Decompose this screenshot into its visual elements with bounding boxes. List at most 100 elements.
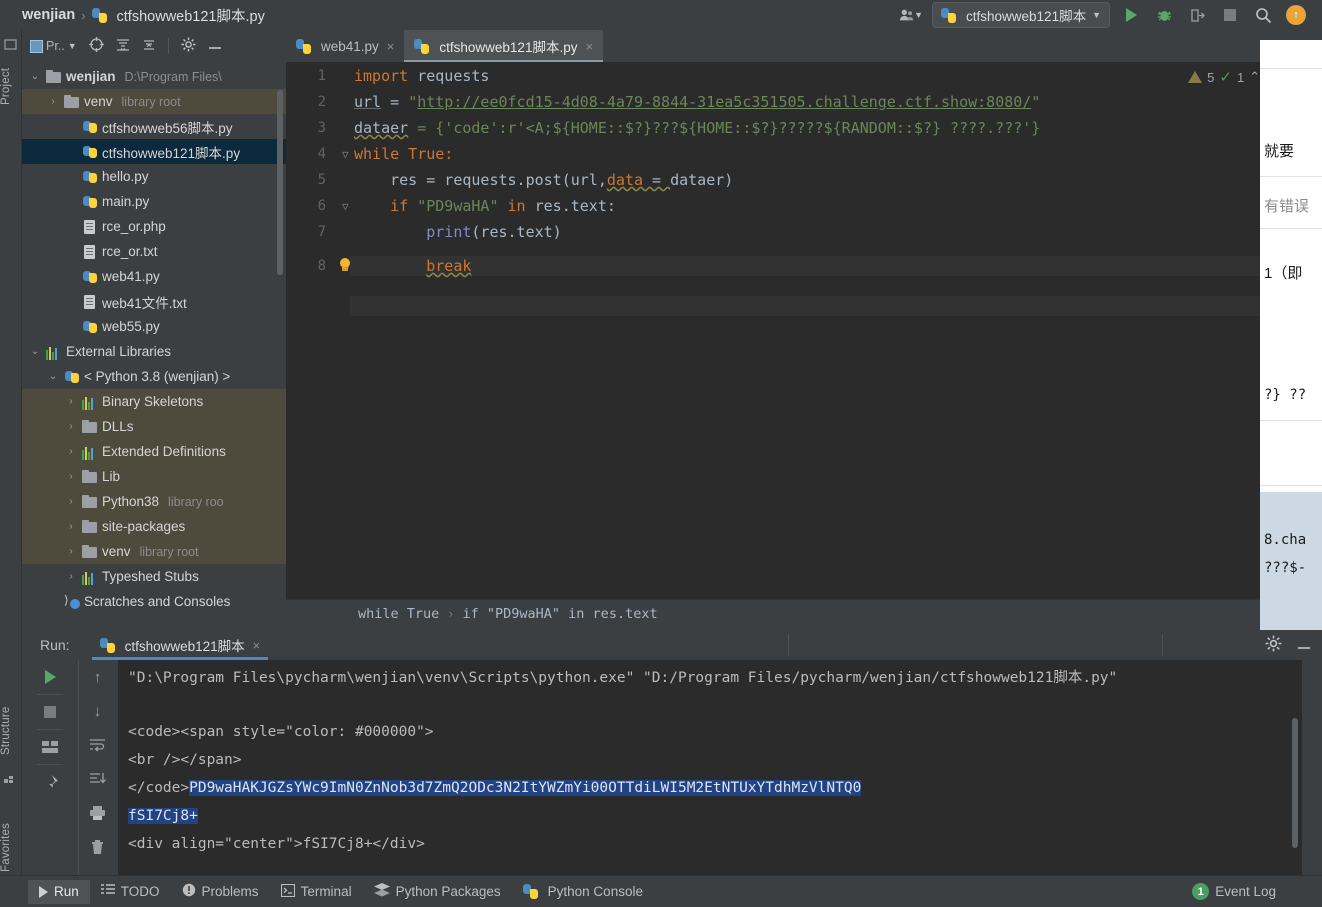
up-arrow-icon[interactable]: ↑ [81, 660, 115, 694]
sidebar-item-structure[interactable]: Structure [0, 695, 22, 767]
print-icon[interactable] [81, 796, 115, 830]
tree-node[interactable]: hello.py [22, 164, 286, 189]
rerun-icon[interactable] [33, 660, 67, 694]
tree-node[interactable]: Scratches and Consoles [22, 589, 286, 614]
tree-node[interactable]: › site-packages [22, 514, 286, 539]
chevron-right-icon[interactable]: › [64, 446, 78, 457]
line-number: 8 [317, 258, 326, 274]
soft-wrap-icon[interactable] [81, 728, 115, 762]
breadcrumb-project[interactable]: wenjian [22, 7, 75, 23]
line-number: 7 [317, 224, 326, 240]
close-icon[interactable]: × [253, 638, 261, 653]
chevron-down-icon[interactable]: ⌄ [46, 371, 60, 382]
status-item-problems[interactable]: Problems [171, 880, 270, 904]
debug-bug-icon[interactable] [1152, 3, 1176, 27]
breadcrumb-if[interactable]: if "PD9waHA" in res.text [463, 606, 658, 622]
status-item-python-console[interactable]: Python Console [512, 880, 654, 904]
gear-icon[interactable] [181, 37, 196, 55]
tree-node[interactable]: web41.py [22, 264, 286, 289]
tree-node[interactable]: › Extended Definitions [22, 439, 286, 464]
hide-icon[interactable] [208, 39, 222, 53]
stop-icon[interactable] [1218, 3, 1242, 27]
tree-node[interactable]: rce_or.txt [22, 239, 286, 264]
chevron-down-icon[interactable]: ⌄ [28, 71, 42, 82]
status-item-terminal[interactable]: Terminal [270, 880, 363, 904]
trash-icon[interactable] [81, 830, 115, 864]
chevron-right-icon[interactable]: › [64, 571, 78, 582]
sidebar-item-favorites[interactable]: Favorites [0, 812, 22, 882]
restore-layout-icon[interactable] [33, 730, 67, 764]
project-view-selector[interactable]: Pr.. ▼ [30, 39, 77, 53]
intention-bulb-icon[interactable] [338, 258, 352, 272]
sidebar-scrollbar[interactable] [277, 90, 283, 275]
chevron-right-icon[interactable]: › [64, 471, 78, 482]
tree-node[interactable]: › venv library root [22, 89, 286, 114]
console-scrollbar[interactable] [1292, 718, 1298, 848]
search-icon[interactable] [1251, 3, 1275, 27]
run-console-output[interactable]: "D:\Program Files\pycharm\wenjian\venv\S… [118, 660, 1302, 875]
tree-node[interactable]: main.py [22, 189, 286, 214]
pin-icon[interactable] [33, 765, 67, 799]
tree-node[interactable]: ⌄ < Python 3.8 (wenjian) > [22, 364, 286, 389]
hide-icon[interactable] [1296, 637, 1312, 654]
line-number: 3 [317, 120, 326, 136]
code-url-literal[interactable]: http://ee0fcd15-4d08-4a79-8844-31ea5c351… [417, 93, 1031, 111]
breadcrumb-while[interactable]: while True [358, 606, 439, 622]
tree-node[interactable]: › Lib [22, 464, 286, 489]
gear-icon[interactable] [1265, 635, 1282, 656]
tree-node[interactable]: ctfshowweb56脚本.py [22, 114, 286, 139]
status-item-run[interactable]: Run [28, 879, 90, 904]
close-icon[interactable]: × [387, 39, 395, 54]
status-item-python-packages[interactable]: Python Packages [363, 880, 512, 904]
fold-marker-icon[interactable]: ▽ [342, 200, 349, 213]
expand-all-icon[interactable] [116, 38, 130, 55]
chevron-right-icon[interactable]: › [64, 396, 78, 407]
breadcrumb-separator: › [81, 7, 86, 23]
code-line-1: import requests [354, 66, 489, 86]
scroll-to-end-icon[interactable] [81, 762, 115, 796]
update-arrow-icon[interactable]: ↑ [1284, 3, 1308, 27]
stop-icon[interactable] [33, 695, 67, 729]
chevron-right-icon[interactable]: › [46, 96, 60, 107]
chevron-down-icon[interactable]: ⌄ [28, 346, 42, 357]
tree-node[interactable]: rce_or.php [22, 214, 286, 239]
run-coverage-icon[interactable] [1185, 3, 1209, 27]
run-icon[interactable] [1119, 3, 1143, 27]
sidebar-item-project[interactable]: Project [0, 56, 22, 116]
fold-marker-icon[interactable]: ▽ [342, 148, 349, 161]
code-kwarg-value: dataer) [670, 171, 734, 189]
editor-tab[interactable]: web41.py × [286, 30, 404, 62]
tree-node[interactable]: › Python38 library roo [22, 489, 286, 514]
chevron-right-icon[interactable]: › [64, 521, 78, 532]
target-icon[interactable] [88, 37, 104, 55]
down-arrow-icon[interactable]: ↓ [81, 694, 115, 728]
tree-node[interactable]: › Binary Skeletons [22, 389, 286, 414]
tree-node[interactable]: › Typeshed Stubs [22, 564, 286, 589]
tree-node[interactable]: › DLLs [22, 414, 286, 439]
project-tree[interactable]: ⌄ wenjian D:\Program Files\ › venv library ro… [22, 62, 286, 614]
user-icon[interactable]: ▼ [899, 3, 923, 27]
tree-node[interactable]: web41文件.txt [22, 289, 286, 314]
tree-node[interactable]: web55.py [22, 314, 286, 339]
lib-icon [46, 346, 62, 360]
breadcrumb: wenjian › ctfshowweb121脚本.py [0, 5, 899, 26]
chevron-right-icon[interactable]: › [64, 496, 78, 507]
tree-node[interactable]: › venv library root [22, 539, 286, 564]
code-editor[interactable]: 1 2 3 4 5 6 7 8 ▽ ▽ □ import requests ur… [286, 62, 1322, 627]
breadcrumb-file[interactable]: ctfshowweb121脚本.py [117, 5, 265, 26]
chevron-right-icon[interactable]: › [64, 546, 78, 557]
tree-node[interactable]: ⌄ External Libraries [22, 339, 286, 364]
run-configuration-selector[interactable]: ctfshowweb121脚本 ▼ [932, 2, 1110, 28]
tree-node[interactable]: ⌄ wenjian D:\Program Files\ [22, 64, 286, 89]
status-item-todo[interactable]: TODO [90, 880, 171, 904]
editor-gutter[interactable]: 1 2 3 4 5 6 7 8 ▽ ▽ □ [286, 62, 350, 627]
run-tab[interactable]: ctfshowweb121脚本 × [91, 630, 269, 660]
close-icon[interactable]: × [585, 39, 593, 54]
status-item-event-log[interactable]: 1 Event Log [1181, 880, 1322, 904]
chevron-up-icon[interactable]: ⌃ [1249, 69, 1260, 85]
collapse-all-icon[interactable] [142, 38, 156, 55]
chevron-right-icon[interactable]: › [64, 421, 78, 432]
editor-tab[interactable]: ctfshowweb121脚本.py × [404, 30, 604, 62]
tree-node[interactable]: ctfshowweb121脚本.py [22, 139, 286, 164]
background-document-panel[interactable]: 就要 有错误 1（即 ?} ?? 8.cha ???$- [1260, 40, 1322, 630]
